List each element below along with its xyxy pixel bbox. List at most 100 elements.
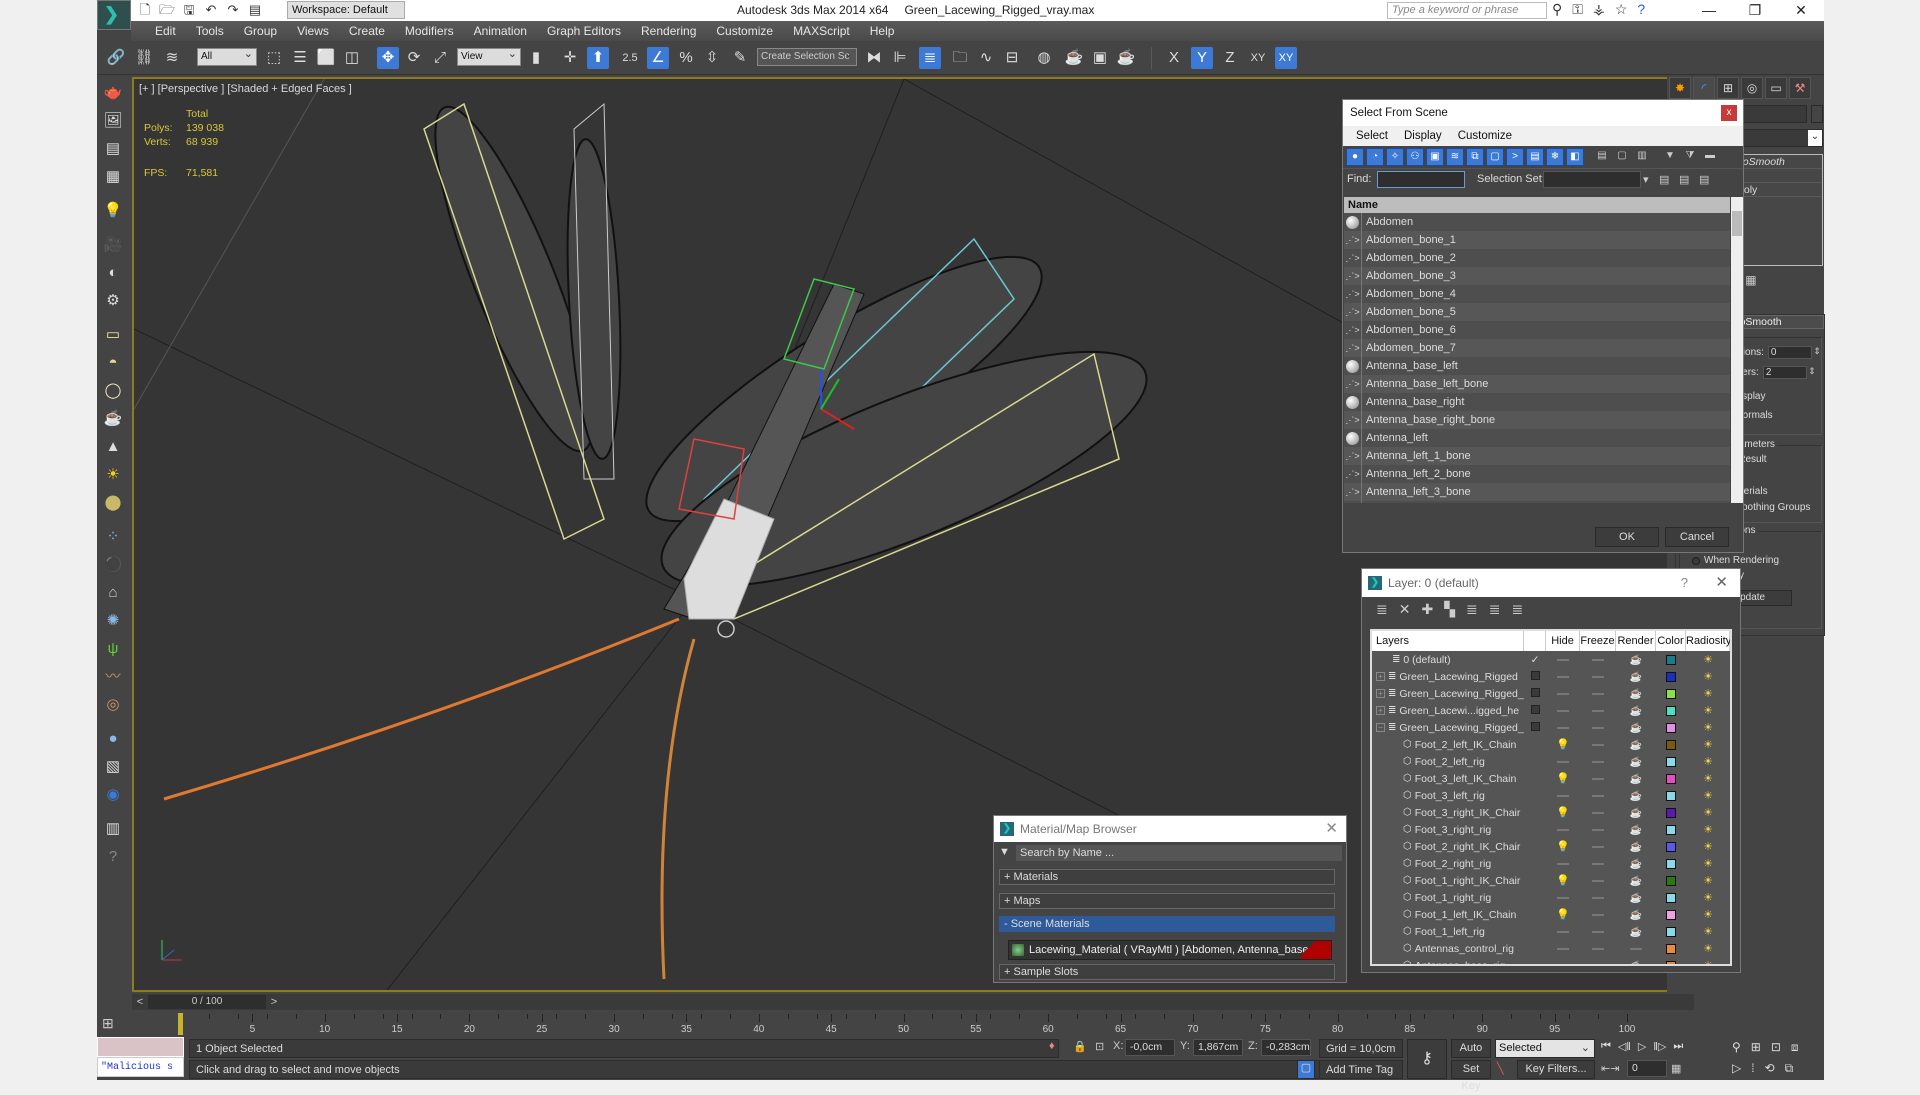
render-toggle[interactable]: ☕	[1616, 875, 1656, 887]
layer-object-row[interactable]: ⬡ Foot_2_left_IK_Chain 💡 ☕ ☀	[1372, 736, 1730, 753]
layer-object-row[interactable]: ⬡ Foot_3_left_rig ☕ ☀	[1372, 787, 1730, 804]
color-cell[interactable]	[1656, 841, 1686, 852]
freeze-toggle[interactable]	[1580, 807, 1616, 819]
layer-color-swatch[interactable]	[1666, 807, 1676, 818]
radiosity-toggle[interactable]: ☀	[1686, 653, 1730, 666]
hide-toggle[interactable]: 💡	[1546, 840, 1580, 853]
color-cell[interactable]	[1656, 858, 1686, 869]
create-tab-icon[interactable]: ✸	[1669, 77, 1691, 99]
select-object-icon[interactable]: ⬚	[263, 47, 285, 69]
radiosity-toggle[interactable]: ☀	[1686, 772, 1730, 785]
dialog-title-bar[interactable]: ❯ Layer: 0 (default) ? ✕	[1362, 569, 1740, 597]
time-slider[interactable]: < 0 / 100 >	[132, 994, 1694, 1010]
satellite-icon[interactable]: ⚶	[1593, 1, 1605, 18]
render-toggle[interactable]: ☕	[1616, 654, 1656, 666]
expand-layer-icon[interactable]: +	[1376, 706, 1385, 715]
x-coordinate-input[interactable]: -0,0cm	[1125, 1039, 1175, 1056]
hide-toggle[interactable]	[1546, 892, 1580, 904]
display-groups-icon[interactable]: ⧉	[1466, 148, 1484, 166]
binoculars-icon[interactable]: ⚲	[1552, 1, 1562, 18]
freeze-toggle[interactable]	[1580, 926, 1616, 938]
hide-toggle[interactable]	[1546, 705, 1580, 717]
layer-object-row[interactable]: ⬡ Foot_3_right_IK_Chair 💡 ☕ ☀	[1372, 804, 1730, 821]
dialog-title-bar[interactable]: Select From Scene x	[1343, 100, 1743, 126]
freeze-toggle[interactable]	[1580, 756, 1616, 768]
color-cell[interactable]	[1656, 909, 1686, 920]
close-icon[interactable]: ✕	[1325, 816, 1338, 842]
close-button[interactable]: ✕	[1778, 0, 1824, 21]
select-and-rotate-icon[interactable]: ⟳	[403, 47, 425, 69]
current-cell[interactable]	[1524, 687, 1546, 700]
select-set-icon[interactable]: ▤	[1699, 173, 1709, 186]
render-toggle[interactable]: ☕	[1616, 773, 1656, 785]
layer-row[interactable]: + ≣ Green_Lacewing_Rigged ☕ ☀	[1372, 668, 1730, 685]
freeze-toggle[interactable]	[1580, 688, 1616, 700]
layer-color-swatch[interactable]	[1666, 654, 1676, 665]
layer-row[interactable]: − ≣ Green_Lacewing_Rigged_ ☕ ☀	[1372, 719, 1730, 736]
scene-explorer-icon[interactable]: 🗀	[949, 47, 971, 69]
sphere-icon[interactable]: ●	[101, 728, 125, 750]
search-by-name-input[interactable]: Search by Name ...	[1016, 845, 1342, 861]
render-toggle[interactable]: ☕	[1616, 671, 1656, 683]
hide-toggle[interactable]	[1546, 790, 1580, 802]
modify-tab-icon[interactable]: ◜	[1693, 77, 1715, 99]
application-menu-button[interactable]: ❯	[97, 0, 131, 30]
current-layer-check-icon[interactable]: ✓	[1531, 654, 1540, 666]
sun-icon[interactable]: ☀	[101, 464, 125, 486]
freeze-toggle[interactable]	[1580, 739, 1616, 751]
scene-object-row[interactable]: ⋰> Antenna_base_left_bone	[1344, 375, 1730, 393]
filter-icon[interactable]: ▼	[1661, 148, 1679, 166]
current-cell[interactable]	[1524, 670, 1546, 683]
previous-key-icon[interactable]: ◁‖	[1618, 1040, 1631, 1053]
spinner-snap-icon[interactable]: ⇳	[701, 47, 723, 69]
current-cell[interactable]	[1524, 721, 1546, 734]
expand-layer-icon[interactable]: +	[1376, 689, 1385, 698]
layer-color-swatch[interactable]	[1666, 739, 1676, 750]
ies-light-icon[interactable]: ▲	[101, 436, 125, 458]
radiosity-toggle[interactable]: ☀	[1686, 704, 1730, 717]
unlink-icon[interactable]: ⛓	[133, 47, 155, 69]
play-icon[interactable]: ▷	[1638, 1040, 1646, 1053]
select-objects-in-layer-icon[interactable]: ▚	[1444, 601, 1455, 618]
color-cell[interactable]	[1656, 722, 1686, 733]
radiosity-toggle[interactable]: ☀	[1686, 908, 1730, 921]
column-header-render[interactable]: Render	[1616, 631, 1656, 651]
display-frozen-icon[interactable]: ❄	[1546, 148, 1564, 166]
scene-object-row[interactable]: Antenna_base_right	[1344, 393, 1730, 411]
menu-edit[interactable]: Edit	[145, 21, 186, 41]
hide-toggle[interactable]	[1546, 960, 1580, 965]
column-header-freeze[interactable]: Freeze	[1580, 631, 1616, 651]
layer-object-row[interactable]: ⬡ Foot_2_right_rig ☕ ☀	[1372, 855, 1730, 872]
render-toggle[interactable]: ☕	[1616, 790, 1656, 802]
color-cell[interactable]	[1656, 705, 1686, 716]
proxy-icon[interactable]: ⁘	[101, 526, 125, 548]
display-geometry-icon[interactable]: ●	[1346, 148, 1364, 166]
new-file-icon[interactable]: 🗋	[137, 2, 153, 18]
physical-camera-icon[interactable]: ◐	[101, 262, 125, 284]
render-toggle[interactable]	[1616, 943, 1656, 955]
render-iters-spinner[interactable]: 2	[1762, 366, 1816, 379]
menu-group[interactable]: Group	[234, 21, 287, 41]
selection-lock-icon[interactable]: 🔒	[1073, 1040, 1087, 1053]
freeze-toggle[interactable]	[1580, 909, 1616, 921]
freeze-toggle[interactable]	[1580, 892, 1616, 904]
edit-named-selection-icon[interactable]: ✎	[729, 47, 751, 69]
layer-object-row[interactable]: ⬡ Foot_1_left_rig ☕ ☀	[1372, 923, 1730, 940]
columns-icon[interactable]: ▬	[1701, 148, 1719, 166]
menu-rendering[interactable]: Rendering	[631, 21, 706, 41]
mirror-icon[interactable]: ⧓	[863, 47, 885, 69]
scene-object-row[interactable]: ⋰> Abdomen_bone_4	[1344, 285, 1730, 303]
time-slider-thumb[interactable]: 0 / 100	[148, 995, 266, 1009]
layer-color-swatch[interactable]	[1666, 943, 1676, 954]
menu-modifiers[interactable]: Modifiers	[395, 21, 464, 41]
field-of-view-icon[interactable]: ▷	[1732, 1061, 1741, 1076]
curve-editor-icon[interactable]: ∿	[975, 47, 997, 69]
selection-set-dropdown[interactable]	[1543, 171, 1641, 188]
radio-when-rendering[interactable]	[1692, 556, 1700, 565]
radiosity-toggle[interactable]: ☀	[1686, 959, 1730, 964]
scene-object-row[interactable]: Antenna_base_left	[1344, 357, 1730, 375]
layer-color-swatch[interactable]	[1666, 773, 1676, 784]
hair-farm-icon[interactable]: 〰	[101, 666, 125, 688]
undo-icon[interactable]: ↶	[203, 2, 219, 18]
scene-object-row[interactable]: ⋰> Abdomen_bone_6	[1344, 321, 1730, 339]
